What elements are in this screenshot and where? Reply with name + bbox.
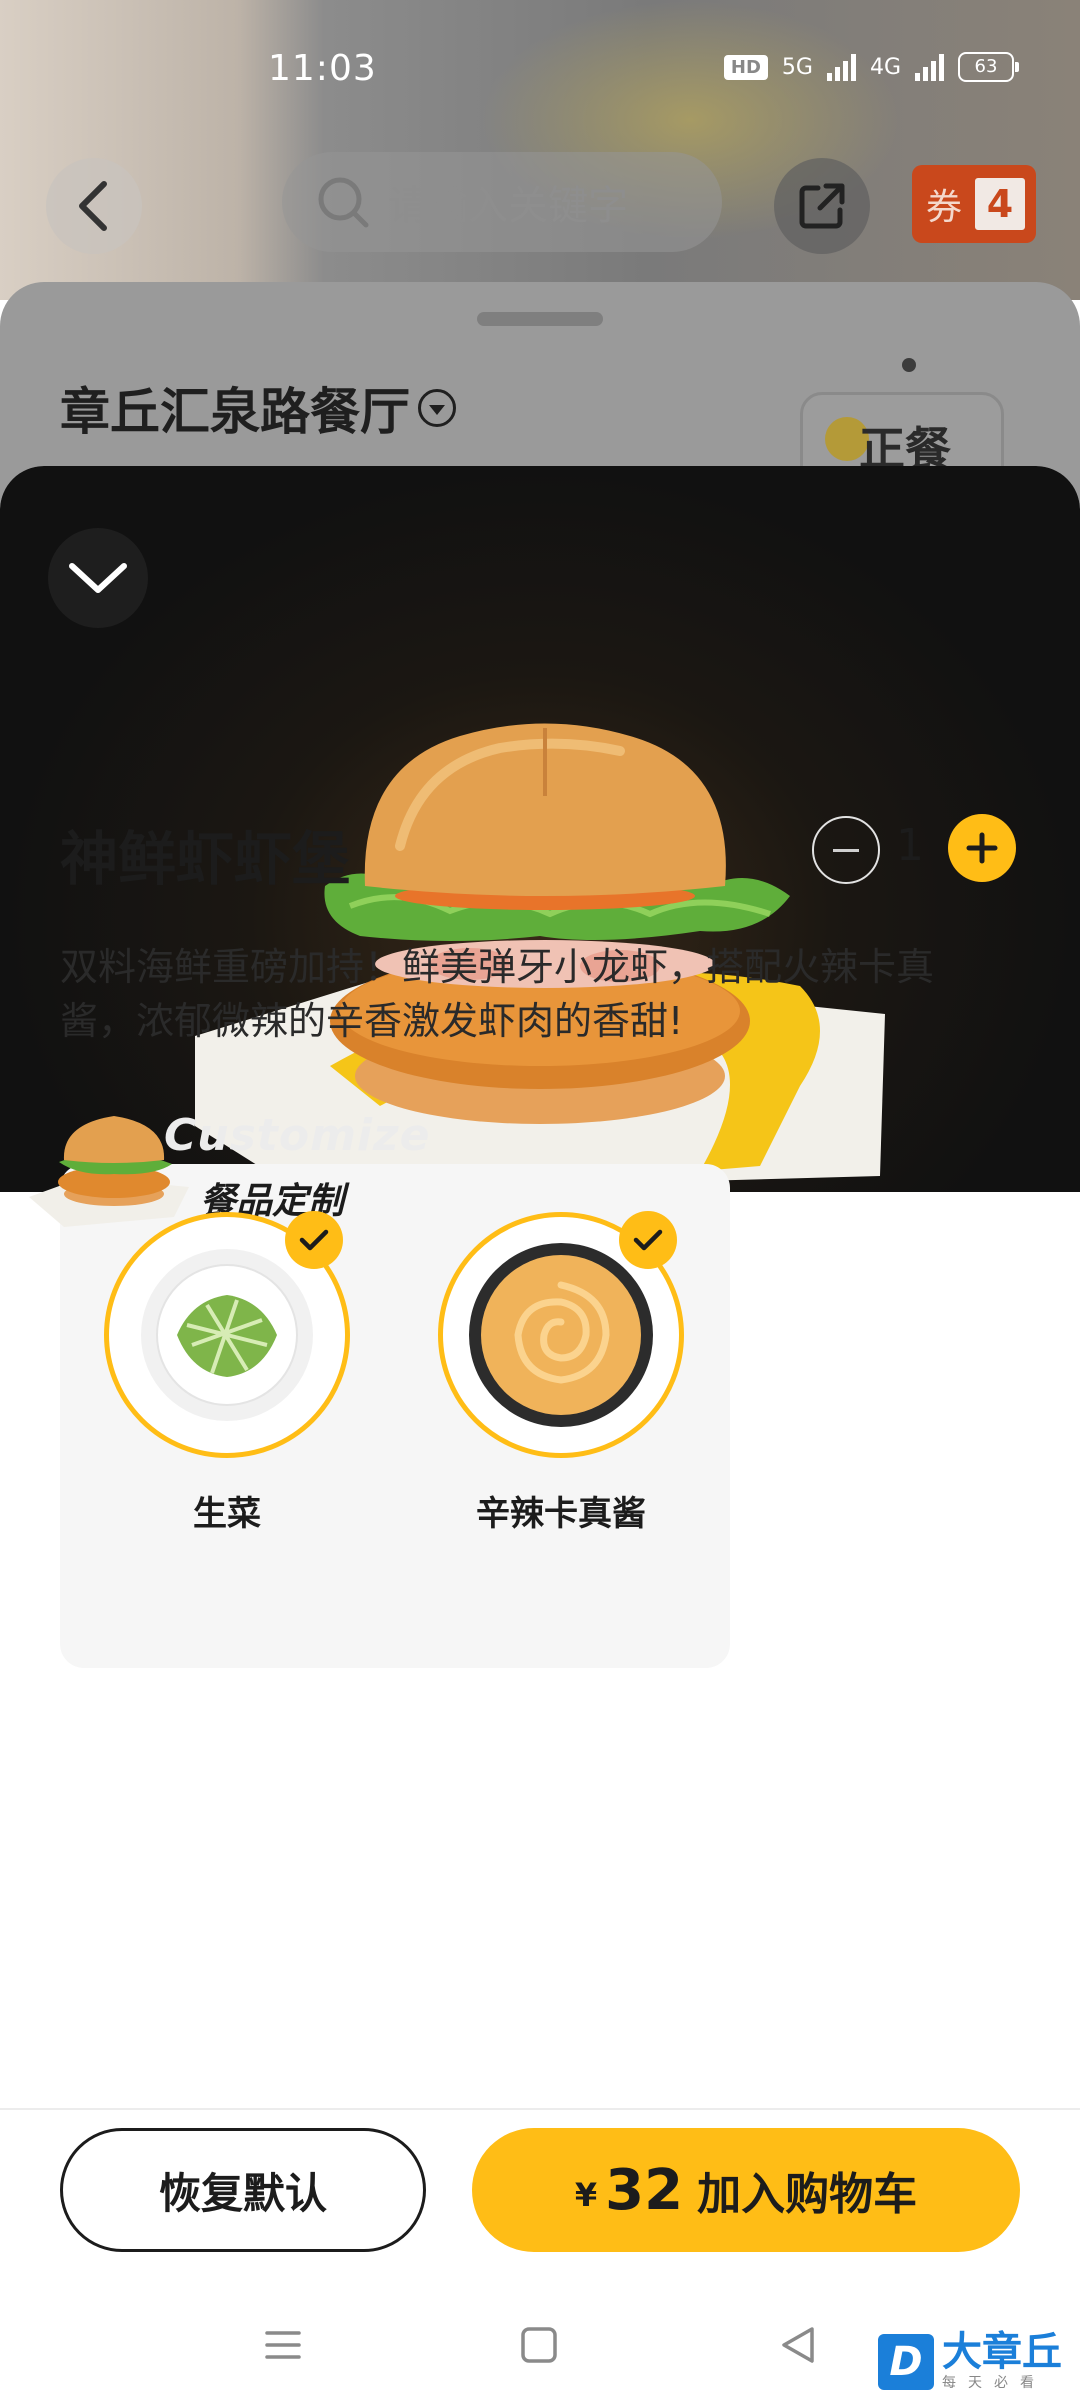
watermark-text-block: 大章丘 每天必看 xyxy=(942,2332,1062,2392)
search-input[interactable]: 请输入关键字 xyxy=(282,152,722,252)
reset-default-button[interactable]: 恢复默认 xyxy=(60,2128,426,2252)
watermark-logo-mark: D xyxy=(878,2334,934,2390)
watermark-logo: D 大章丘 每天必看 xyxy=(878,2332,1062,2392)
option-lettuce[interactable]: 生菜 xyxy=(104,1211,350,1535)
coupon-count-badge: 4 xyxy=(972,175,1028,233)
customize-watermark: Customize xyxy=(164,1110,431,1161)
hd-voice-icon: HD xyxy=(723,54,768,80)
coupon-button[interactable]: 券 4 xyxy=(912,165,1036,243)
drag-handle[interactable] xyxy=(477,312,603,326)
status-icons: HD 5G 4G 63 xyxy=(723,52,1019,82)
quantity-increase-button[interactable] xyxy=(948,814,1016,882)
share-button[interactable] xyxy=(774,158,870,254)
signal-icon xyxy=(826,53,856,81)
signal-icon-2 xyxy=(915,53,944,81)
add-to-cart-label: 加入购物车 xyxy=(697,2169,918,2220)
option-label: 生菜 xyxy=(193,1494,261,1534)
chevron-left-icon xyxy=(79,181,107,231)
action-bar-divider xyxy=(0,2108,1080,2110)
search-placeholder: 请输入关键字 xyxy=(388,183,628,229)
back-nav-button[interactable] xyxy=(772,2320,822,2370)
meal-tag-pin xyxy=(902,358,916,372)
price-value: 32 xyxy=(605,2157,684,2223)
watermark-text: 大章丘 xyxy=(942,2329,1062,2375)
option-cajun-sauce[interactable]: 辛辣卡真酱 xyxy=(438,1211,684,1535)
option-cajun-sauce-ring xyxy=(438,1211,684,1458)
home-square-icon xyxy=(521,2327,557,2363)
watermark-subtext: 每天必看 xyxy=(942,2375,1046,2391)
menu-button[interactable] xyxy=(258,2320,308,2370)
coupon-label: 券 xyxy=(926,187,963,228)
network-5g-label: 5G xyxy=(781,54,813,80)
menu-icon xyxy=(265,2331,301,2359)
quantity-value: 1 xyxy=(896,820,924,871)
option-label: 辛辣卡真酱 xyxy=(476,1494,646,1534)
battery-icon: 63 xyxy=(958,52,1019,82)
status-time: 11:03 xyxy=(268,48,377,89)
status-bar: 11:03 HD 5G 4G 63 xyxy=(0,0,1080,140)
store-selector[interactable]: 章丘汇泉路餐厅 xyxy=(60,372,456,444)
plus-icon xyxy=(966,832,998,864)
quantity-decrease-button[interactable] xyxy=(812,816,880,884)
product-description: 双料海鲜重磅加持！鲜美弹牙小龙虾，搭配火辣卡真酱，浓郁微辣的辛香激发虾肉的香甜! xyxy=(60,945,935,1043)
check-icon xyxy=(619,1211,677,1269)
search-icon xyxy=(318,177,369,228)
home-button[interactable] xyxy=(514,2320,564,2370)
triangle-back-icon xyxy=(782,2327,814,2363)
price-currency: ¥ xyxy=(574,2176,598,2214)
check-icon xyxy=(285,1211,343,1269)
product-detail-sheet: 神鲜虾虾堡 1 双料海鲜重磅加持！鲜美弹牙小龙虾，搭配火辣卡真酱，浓郁微辣的辛香… xyxy=(0,466,1080,2400)
network-4g-label: 4G xyxy=(869,54,901,80)
share-icon xyxy=(799,183,845,229)
product-title: 神鲜虾虾堡 xyxy=(60,825,351,893)
back-button[interactable] xyxy=(46,158,142,254)
store-name: 章丘汇泉路餐厅 xyxy=(60,383,410,441)
option-lettuce-ring xyxy=(104,1211,350,1458)
lettuce-image xyxy=(141,1249,313,1421)
caret-down-icon xyxy=(418,389,456,427)
cajun-sauce-image xyxy=(469,1243,653,1427)
add-to-cart-button[interactable]: ¥ 32 加入购物车 xyxy=(472,2128,1020,2252)
